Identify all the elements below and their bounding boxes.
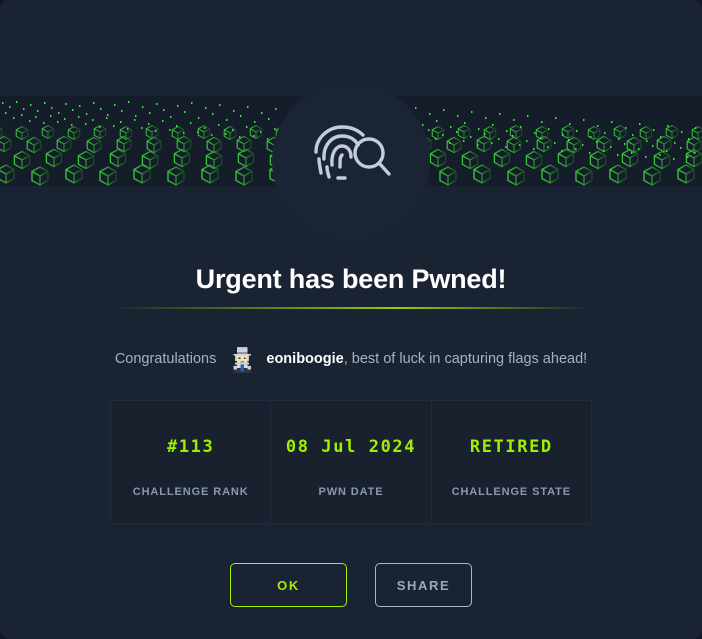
fingerprint-search-icon: [272, 82, 430, 240]
stat-label: PWN DATE: [318, 486, 384, 498]
title-divider: [112, 307, 590, 309]
modal-actions: OK SHARE: [0, 563, 702, 607]
username: eoniboogie: [266, 351, 344, 367]
share-button[interactable]: SHARE: [375, 563, 472, 607]
stat-label: CHALLENGE STATE: [451, 486, 572, 498]
ok-button[interactable]: OK: [230, 563, 347, 607]
stat-value: 08 Jul 2024: [285, 437, 417, 457]
stat-challenge-state: RETIRED CHALLENGE STATE: [430, 401, 591, 523]
user-avatar: [228, 345, 257, 373]
page-title: Urgent has been Pwned!: [195, 264, 507, 294]
challenge-stats-panel: #113 CHALLENGE RANK 08 Jul 2024 PWN DATE…: [110, 400, 592, 524]
congratulations-message: Congratulations eoniboogie , best of luc…: [0, 345, 702, 373]
stat-label: CHALLENGE RANK: [132, 486, 249, 498]
stat-value: #113: [166, 437, 215, 457]
stat-challenge-rank: #113 CHALLENGE RANK: [111, 401, 270, 523]
congrats-suffix: , best of luck in capturing flags ahead!: [343, 351, 588, 367]
congrats-prefix: Congratulations: [114, 351, 217, 367]
stat-value: RETIRED: [469, 437, 553, 457]
stat-pwn-date: 08 Jul 2024 PWN DATE: [270, 401, 430, 523]
pwned-modal: Urgent has been Pwned! Congratulations e…: [0, 0, 702, 639]
